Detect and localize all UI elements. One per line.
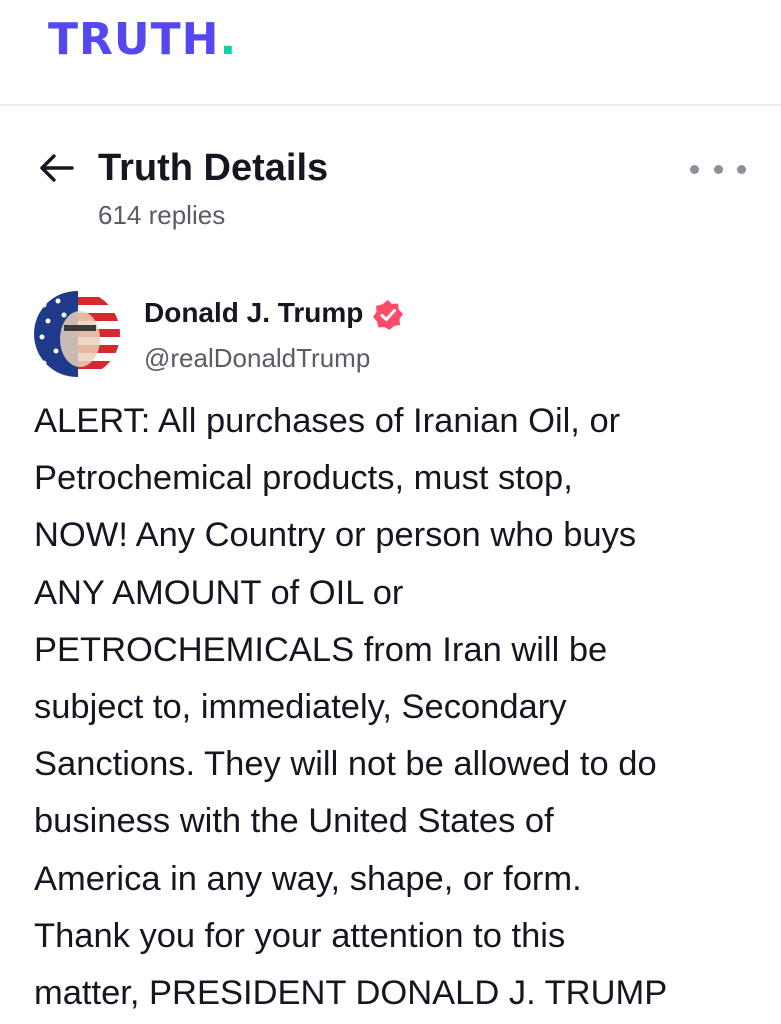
avatar-image [34,291,120,377]
logo-text: TRUTH [48,14,220,65]
page-title: Truth Details [98,147,329,189]
logo-dot: . [219,14,238,65]
post-line: Sanctions. They will not be allowed to d… [34,745,657,784]
post-line: business with the United States of [34,802,554,841]
more-horizontal-icon [737,164,746,174]
avatar[interactable] [34,291,120,377]
post-line: matter, PRESIDENT DONALD J. TRUMP [34,974,668,1013]
truth-logo[interactable]: TRUTH. [48,14,237,66]
post-line: Thank you for your attention to this [34,916,566,955]
author-name[interactable]: Donald J. Trump [144,295,363,331]
post-line: ANY AMOUNT of OIL or [34,573,404,612]
post-line: ALERT: All purchases of Iranian Oil, or [34,402,621,440]
post-line: NOW! Any Country or person who buys [34,516,637,555]
author-handle[interactable]: @realDonaldTrump [144,341,370,375]
post-line: America in any way, shape, or form. [34,859,582,898]
post-line: subject to, immediately, Secondary [34,688,567,727]
post-line: PETROCHEMICALS from Iran will be [34,630,608,669]
reply-count: 614 replies [98,200,226,230]
page-header: Truth Details 614 replies [0,140,781,240]
back-button[interactable] [34,148,78,188]
more-options-button[interactable] [690,154,746,184]
post-line: Petrochemical products, must stop, [34,459,573,498]
top-bar: TRUTH. [0,0,781,106]
post-author: Donald J. Trump @realDonaldTrump [0,285,781,380]
verified-badge-icon [373,300,403,330]
post-body: ALERT: All purchases of Iranian Oil, or … [34,393,754,1022]
more-horizontal-icon [713,164,723,174]
more-horizontal-icon [690,164,699,174]
arrow-left-icon [40,154,74,182]
